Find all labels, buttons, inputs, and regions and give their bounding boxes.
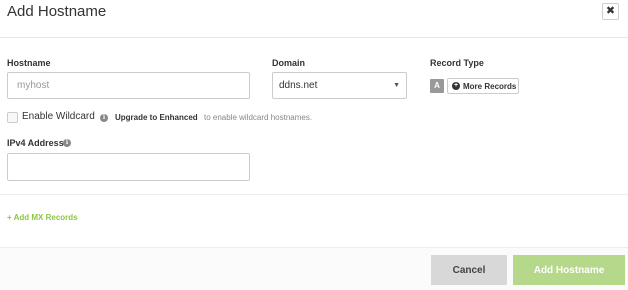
modal-title: Add Hostname — [7, 3, 107, 20]
plus-circle-icon: + — [452, 82, 460, 90]
caret-down-icon: ▼ — [393, 82, 400, 89]
upgrade-to-enhanced-link[interactable]: Upgrade to Enhanced — [115, 113, 198, 122]
enable-wildcard-checkbox[interactable] — [7, 112, 18, 123]
hostname-input[interactable] — [7, 72, 250, 99]
section-divider — [0, 194, 628, 195]
close-icon: ✖ — [605, 5, 616, 17]
cancel-button[interactable]: Cancel — [431, 255, 507, 285]
hostname-label: Hostname — [7, 58, 51, 68]
add-mx-records-link[interactable]: + Add MX Records — [7, 213, 78, 222]
domain-label: Domain — [272, 58, 306, 68]
more-records-label: More Records — [463, 81, 517, 91]
add-hostname-modal: Add Hostname ✖ Hostname Domain ddns.net … — [0, 0, 628, 290]
info-icon[interactable]: i — [100, 114, 108, 122]
close-button[interactable]: ✖ — [602, 3, 619, 20]
domain-select[interactable]: ddns.net ▼ — [272, 72, 407, 99]
more-records-button[interactable]: + More Records — [447, 78, 519, 94]
record-type-label: Record Type — [430, 58, 484, 68]
header-divider — [0, 37, 628, 38]
domain-selected-value: ddns.net — [279, 80, 318, 91]
ipv4-address-input[interactable] — [7, 153, 250, 181]
info-icon[interactable]: i — [63, 139, 71, 147]
ipv4-label: IPv4 Address — [7, 138, 64, 148]
record-type-a-badge[interactable]: A — [430, 79, 444, 93]
upgrade-description: to enable wildcard hostnames. — [204, 113, 313, 122]
add-hostname-button[interactable]: Add Hostname — [513, 255, 625, 285]
enable-wildcard-label[interactable]: Enable Wildcard — [22, 111, 95, 122]
